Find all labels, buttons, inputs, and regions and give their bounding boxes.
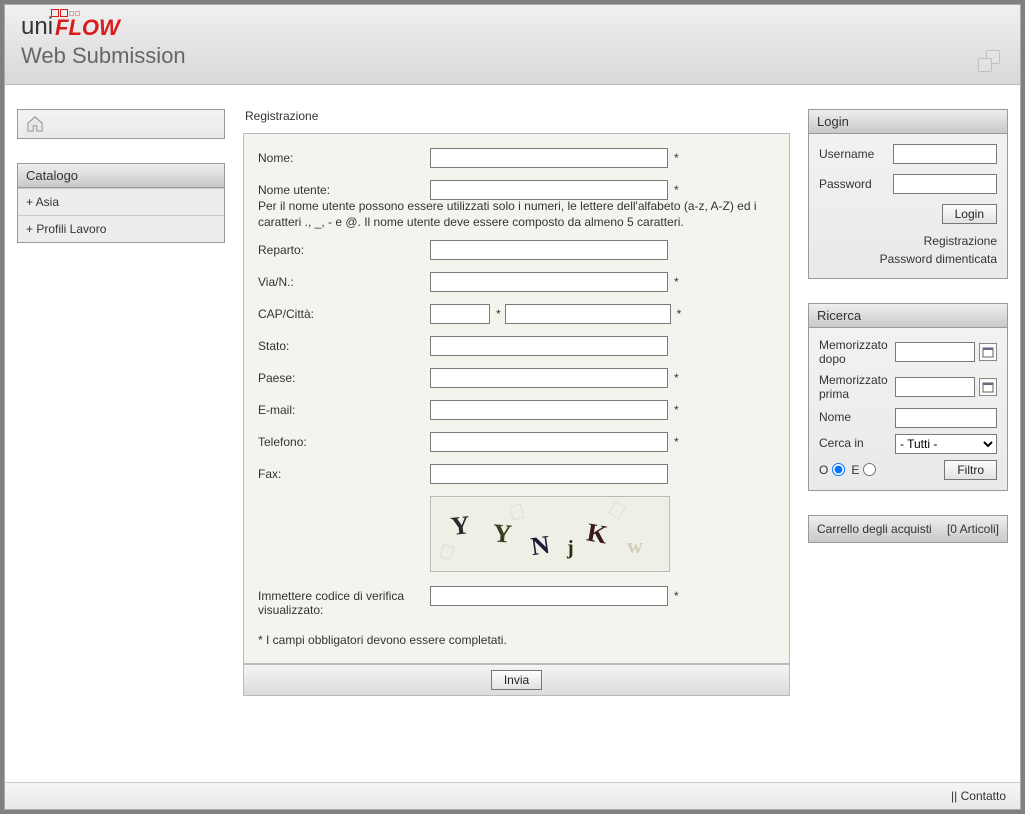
required-marker: *	[674, 403, 679, 417]
search-logic-radios: O E	[819, 463, 878, 477]
form-title: Registrazione	[243, 109, 790, 123]
cart-count: [0 Articoli]	[947, 522, 999, 536]
required-marker: *	[674, 183, 679, 197]
logo-text-flow: FLOW	[55, 15, 120, 41]
required-marker: *	[677, 307, 682, 321]
paese-input[interactable]	[430, 368, 668, 388]
app-header: uniFLOW Web Submission	[5, 5, 1020, 85]
radio-e[interactable]	[863, 463, 876, 476]
nome-utente-input[interactable]	[430, 180, 668, 200]
reparto-label: Reparto:	[258, 240, 430, 257]
calendar-icon[interactable]	[979, 378, 997, 396]
radio-o[interactable]	[832, 463, 845, 476]
radio-o-label: O	[819, 463, 828, 477]
required-marker: *	[674, 589, 679, 603]
login-button[interactable]: Login	[942, 204, 997, 224]
home-button[interactable]	[17, 109, 225, 139]
search-name-input[interactable]	[895, 408, 997, 428]
logo: uniFLOW	[21, 13, 1004, 41]
search-name-label: Nome	[819, 410, 891, 424]
registration-form: Nome: * Nome utente: * Per il nome	[243, 133, 790, 664]
stored-after-input[interactable]	[895, 342, 975, 362]
cap-label: CAP/Città:	[258, 304, 430, 321]
username-label: Username	[819, 147, 874, 161]
submit-bar: Invia	[243, 664, 790, 696]
telefono-label: Telefono:	[258, 432, 430, 449]
search-header: Ricerca	[809, 304, 1007, 328]
logo-decoration-icon	[51, 9, 80, 17]
password-input[interactable]	[893, 174, 997, 194]
calendar-icon[interactable]	[979, 343, 997, 361]
via-label: Via/N.:	[258, 272, 430, 289]
search-in-label: Cerca in	[819, 436, 891, 450]
cart-label: Carrello degli acquisti	[817, 522, 932, 536]
paese-label: Paese:	[258, 368, 430, 385]
logo-text-uni: uni	[21, 13, 53, 41]
nome-input[interactable]	[430, 148, 668, 168]
stato-input[interactable]	[430, 336, 668, 356]
header-decor-icon	[978, 50, 1006, 74]
filter-button[interactable]: Filtro	[944, 460, 997, 480]
fax-label: Fax:	[258, 464, 430, 481]
stato-label: Stato:	[258, 336, 430, 353]
contact-link[interactable]: Contatto	[961, 789, 1006, 803]
stored-before-label: Memorizzato prima	[819, 373, 891, 402]
cart-button[interactable]: Carrello degli acquisti [0 Articoli]	[808, 515, 1008, 543]
radio-e-label: E	[851, 463, 859, 477]
catalog-header: Catalogo	[18, 164, 224, 188]
stored-before-input[interactable]	[895, 377, 975, 397]
via-input[interactable]	[430, 272, 668, 292]
captcha-image: Y Y N j K w	[430, 496, 670, 572]
required-marker: *	[674, 371, 679, 385]
password-label: Password	[819, 177, 872, 191]
home-icon	[26, 116, 44, 132]
required-marker: *	[674, 435, 679, 449]
telefono-input[interactable]	[430, 432, 668, 452]
stored-after-label: Memorizzato dopo	[819, 338, 891, 367]
email-label: E-mail:	[258, 400, 430, 417]
cap-input[interactable]	[430, 304, 490, 324]
nome-label: Nome:	[258, 148, 430, 165]
nome-utente-hint: Per il nome utente possono essere utiliz…	[258, 198, 775, 230]
footer-bar: || Contatto	[5, 782, 1020, 809]
login-panel: Login Username Password Login	[808, 109, 1008, 279]
search-panel: Ricerca Memorizzato dopo Memorizzato pri…	[808, 303, 1008, 491]
forgot-password-link[interactable]: Password dimenticata	[880, 252, 997, 266]
required-marker: *	[674, 151, 679, 165]
login-header: Login	[809, 110, 1007, 134]
register-link[interactable]: Registrazione	[924, 234, 997, 248]
reparto-input[interactable]	[430, 240, 668, 260]
email-input[interactable]	[430, 400, 668, 420]
captcha-input[interactable]	[430, 586, 668, 606]
required-note: * I campi obbligatori devono essere comp…	[258, 633, 775, 647]
fax-input[interactable]	[430, 464, 668, 484]
catalog-item-asia[interactable]: + Asia	[18, 188, 224, 215]
catalog-item-label: + Profili Lavoro	[26, 222, 106, 236]
citta-input[interactable]	[505, 304, 671, 324]
required-marker: *	[674, 275, 679, 289]
search-in-select[interactable]: - Tutti -	[895, 434, 997, 454]
catalog-item-profili[interactable]: + Profili Lavoro	[18, 215, 224, 242]
catalog-panel: Catalogo + Asia + Profili Lavoro	[17, 163, 225, 243]
catalog-item-label: + Asia	[26, 195, 59, 209]
username-input[interactable]	[893, 144, 997, 164]
nome-utente-label: Nome utente:	[258, 180, 430, 197]
submit-button[interactable]: Invia	[491, 670, 542, 690]
page-subtitle: Web Submission	[21, 43, 1004, 69]
captcha-label: Immettere codice di verifica visualizzat…	[258, 586, 430, 617]
required-marker: *	[496, 307, 501, 321]
